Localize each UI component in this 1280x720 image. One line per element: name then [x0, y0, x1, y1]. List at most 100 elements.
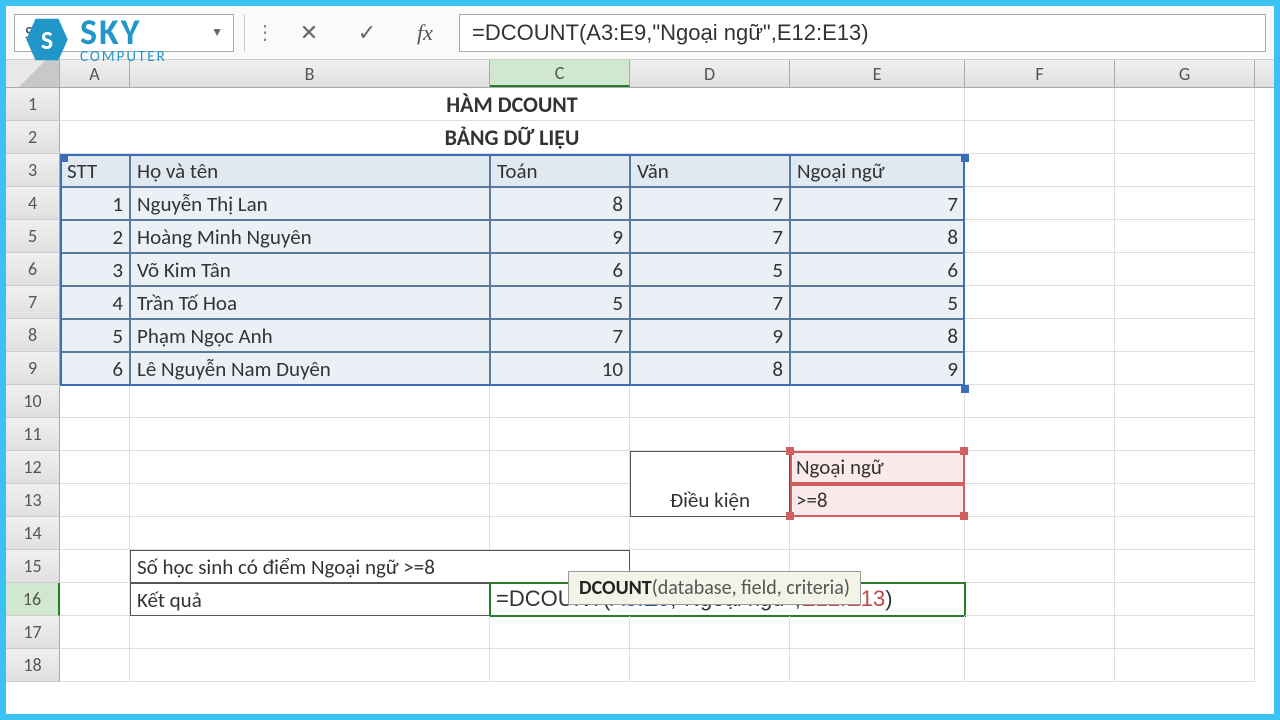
- cell[interactable]: [965, 187, 1115, 220]
- cell[interactable]: [790, 418, 965, 451]
- cell[interactable]: [965, 583, 1115, 616]
- cell[interactable]: [1115, 253, 1255, 286]
- col-header-G[interactable]: G: [1115, 60, 1255, 87]
- cell[interactable]: [965, 220, 1115, 253]
- col-header-E[interactable]: E: [790, 60, 965, 87]
- cell[interactable]: 5: [630, 253, 790, 286]
- cell[interactable]: [60, 583, 130, 616]
- cell[interactable]: 2: [60, 220, 130, 253]
- cell[interactable]: [965, 484, 1115, 517]
- row-header-12[interactable]: 12: [6, 451, 60, 484]
- cell[interactable]: [965, 253, 1115, 286]
- row-header-1[interactable]: 1: [6, 88, 60, 121]
- cell[interactable]: [60, 550, 130, 583]
- cell[interactable]: [1115, 319, 1255, 352]
- cell[interactable]: [130, 451, 490, 484]
- cell[interactable]: 9: [790, 352, 965, 385]
- cell[interactable]: 7: [630, 220, 790, 253]
- cell[interactable]: [130, 517, 490, 550]
- cell[interactable]: 1: [60, 187, 130, 220]
- cell[interactable]: [1115, 286, 1255, 319]
- row-header-15[interactable]: 15: [6, 550, 60, 583]
- cell[interactable]: 5: [60, 319, 130, 352]
- cell[interactable]: [965, 121, 1115, 154]
- cell[interactable]: [1115, 649, 1255, 682]
- enter-icon[interactable]: ✓: [353, 19, 381, 47]
- cell[interactable]: [130, 649, 490, 682]
- cell[interactable]: [1115, 187, 1255, 220]
- cell[interactable]: [490, 451, 630, 484]
- criteria-value[interactable]: >=8: [790, 484, 965, 517]
- cell[interactable]: [1115, 88, 1255, 121]
- col-header-D[interactable]: D: [630, 60, 790, 87]
- cell[interactable]: Ngoại ngữ: [790, 154, 965, 187]
- row-header-4[interactable]: 4: [6, 187, 60, 220]
- cell[interactable]: 5: [790, 286, 965, 319]
- cell[interactable]: [1115, 220, 1255, 253]
- cell[interactable]: [60, 385, 130, 418]
- formula-bar[interactable]: =DCOUNT(A3:E9,"Ngoại ngữ",E12:E13): [459, 14, 1266, 52]
- cell[interactable]: [130, 484, 490, 517]
- col-header-C[interactable]: C: [490, 60, 630, 87]
- cell[interactable]: 6: [790, 253, 965, 286]
- cell[interactable]: [60, 616, 130, 649]
- row-header-13[interactable]: 13: [6, 484, 60, 517]
- cell[interactable]: [1115, 550, 1255, 583]
- cell[interactable]: 8: [790, 220, 965, 253]
- cell[interactable]: [60, 517, 130, 550]
- cell[interactable]: Toán: [490, 154, 630, 187]
- cell[interactable]: [630, 517, 790, 550]
- cell[interactable]: 7: [490, 319, 630, 352]
- cell[interactable]: [1115, 517, 1255, 550]
- cell[interactable]: [630, 649, 790, 682]
- cell[interactable]: [490, 385, 630, 418]
- cell[interactable]: [965, 550, 1115, 583]
- title-1[interactable]: HÀM DCOUNT: [60, 88, 965, 121]
- cell[interactable]: [1115, 418, 1255, 451]
- cell[interactable]: [965, 649, 1115, 682]
- cell[interactable]: [965, 286, 1115, 319]
- col-header-B[interactable]: B: [130, 60, 490, 87]
- criteria-header[interactable]: Ngoại ngữ: [790, 451, 965, 484]
- row-header-5[interactable]: 5: [6, 220, 60, 253]
- row-header-3[interactable]: 3: [6, 154, 60, 187]
- cell[interactable]: [130, 418, 490, 451]
- cell[interactable]: [630, 385, 790, 418]
- col-header-F[interactable]: F: [965, 60, 1115, 87]
- cell[interactable]: [965, 517, 1115, 550]
- cell[interactable]: [965, 451, 1115, 484]
- row-header-2[interactable]: 2: [6, 121, 60, 154]
- cell[interactable]: [490, 418, 630, 451]
- cell[interactable]: Hoàng Minh Nguyên: [130, 220, 490, 253]
- cell[interactable]: [1115, 154, 1255, 187]
- cell[interactable]: Văn: [630, 154, 790, 187]
- cell[interactable]: Phạm Ngọc Anh: [130, 319, 490, 352]
- cell[interactable]: [60, 484, 130, 517]
- cell[interactable]: [1115, 583, 1255, 616]
- cell[interactable]: 6: [60, 352, 130, 385]
- cell[interactable]: Lê Nguyễn Nam Duyên: [130, 352, 490, 385]
- cell[interactable]: [60, 451, 130, 484]
- cell[interactable]: [130, 616, 490, 649]
- cell[interactable]: 8: [630, 352, 790, 385]
- cell[interactable]: [490, 517, 630, 550]
- cell[interactable]: 5: [490, 286, 630, 319]
- cell[interactable]: [490, 484, 630, 517]
- cell[interactable]: Võ Kim Tân: [130, 253, 490, 286]
- cell[interactable]: [1115, 451, 1255, 484]
- cell[interactable]: [60, 649, 130, 682]
- cell[interactable]: 9: [490, 220, 630, 253]
- cell[interactable]: 10: [490, 352, 630, 385]
- cell[interactable]: 7: [630, 286, 790, 319]
- cancel-icon[interactable]: ✕: [295, 19, 323, 47]
- cell[interactable]: [965, 418, 1115, 451]
- cell[interactable]: 4: [60, 286, 130, 319]
- criteria-label-text[interactable]: Điều kiện: [630, 484, 790, 517]
- question-text[interactable]: Số học sinh có điểm Ngoại ngữ >=8: [130, 550, 630, 583]
- row-header-10[interactable]: 10: [6, 385, 60, 418]
- cell[interactable]: [790, 517, 965, 550]
- cell[interactable]: Trần Tố Hoa: [130, 286, 490, 319]
- cell[interactable]: [130, 385, 490, 418]
- cell[interactable]: [60, 418, 130, 451]
- cell[interactable]: [790, 649, 965, 682]
